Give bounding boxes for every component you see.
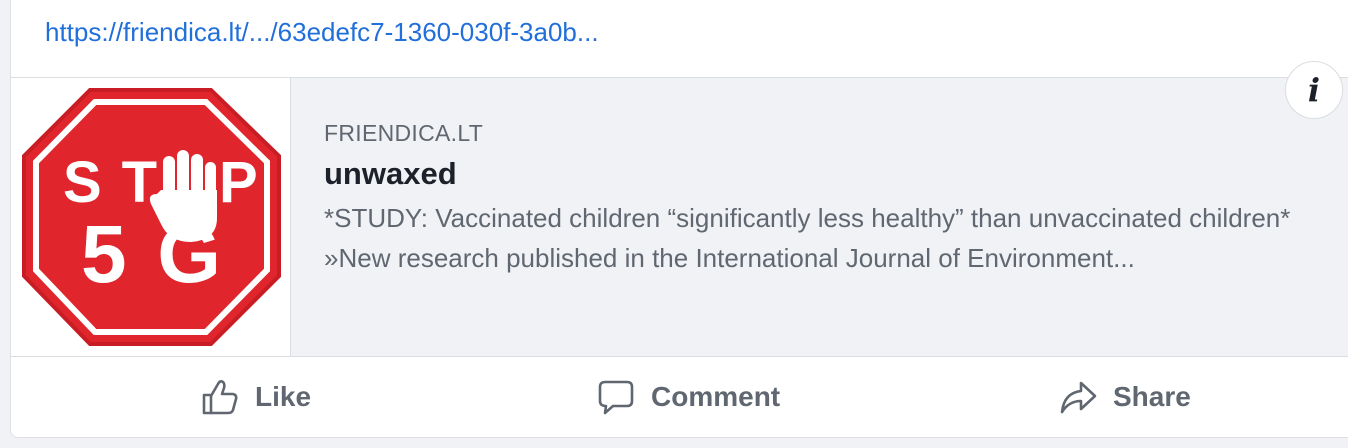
speech-bubble-icon bbox=[598, 380, 634, 415]
sign-text-p: P bbox=[219, 150, 258, 215]
preview-thumbnail[interactable]: ST P 5G bbox=[11, 78, 291, 356]
comment-label: Comment bbox=[651, 381, 781, 412]
post-card: https://friendica.lt/.../63edefc7-1360-0… bbox=[10, 0, 1348, 438]
preview-domain: FRIENDICA.LT bbox=[324, 120, 484, 146]
info-button[interactable]: i bbox=[1285, 61, 1343, 119]
share-arrow-icon bbox=[1060, 381, 1097, 414]
like-button[interactable]: Like bbox=[201, 375, 311, 419]
thumbs-up-icon bbox=[202, 380, 238, 415]
stop-5g-sign-image: ST P 5G bbox=[22, 88, 281, 346]
action-bar: Like Comment Share bbox=[11, 357, 1348, 437]
post-link[interactable]: https://friendica.lt/.../63edefc7-1360-0… bbox=[45, 17, 599, 48]
link-preview[interactable]: ST P 5G FRIENDICA.LT unwaxed *STUDY: Vac… bbox=[11, 77, 1348, 357]
like-label: Like bbox=[255, 381, 312, 412]
share-button[interactable]: Share bbox=[1059, 375, 1191, 419]
preview-title[interactable]: unwaxed bbox=[324, 156, 457, 192]
comment-button[interactable]: Comment bbox=[597, 375, 780, 419]
share-label: Share bbox=[1113, 381, 1191, 412]
info-icon: i bbox=[1307, 71, 1321, 109]
preview-description: *STUDY: Vaccinated children “significant… bbox=[324, 203, 1291, 273]
